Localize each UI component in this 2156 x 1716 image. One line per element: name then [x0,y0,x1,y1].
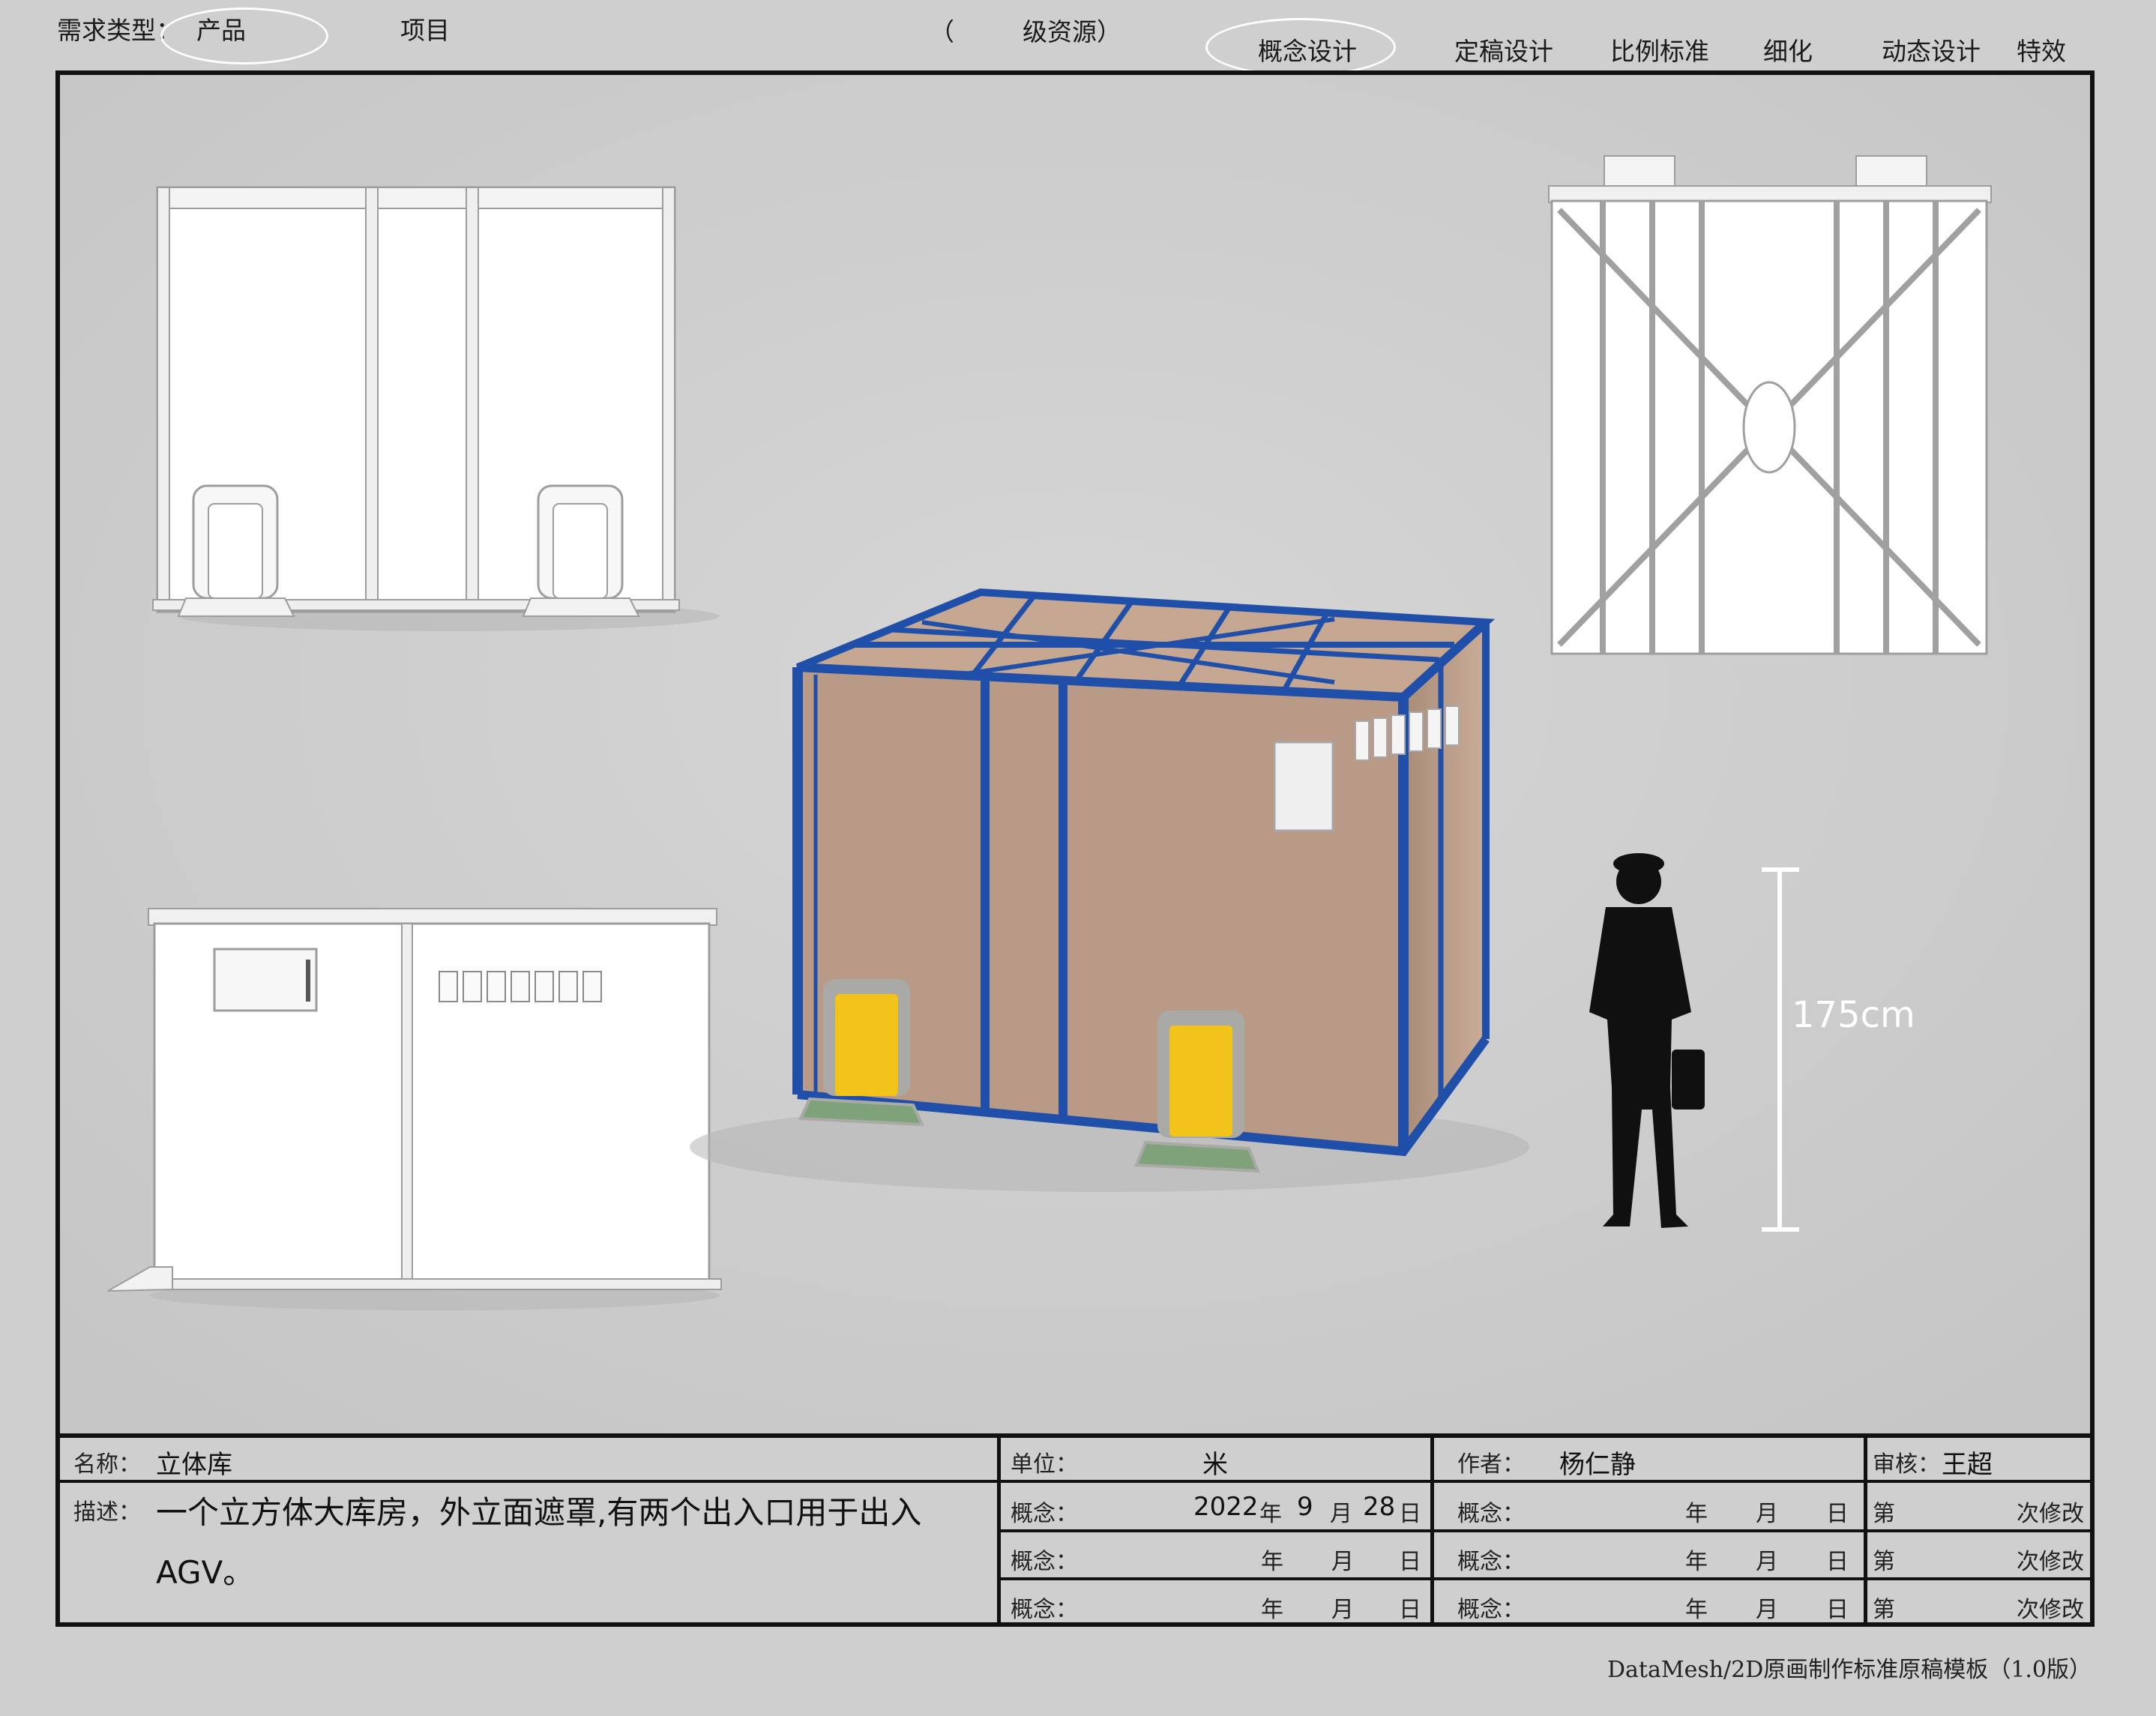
day-char: 日 [1826,1501,1849,1527]
concept-label: 概念： [1457,1501,1525,1527]
col-divider [1864,1438,1867,1622]
concept-label: 概念： [1457,1597,1525,1623]
row-divider [997,1577,2090,1580]
year-char: 年 [1685,1597,1708,1623]
month-char: 月 [1331,1597,1354,1623]
date-year: 2022 [1193,1492,1259,1522]
review-value: 王超 [1942,1450,1993,1480]
day-char: 日 [1826,1597,1849,1623]
unit-label: 单位： [1011,1451,1078,1478]
concept-label: 概念： [1457,1549,1525,1575]
req-type-circle [160,7,328,64]
month-char: 月 [1756,1597,1778,1623]
col-divider [1430,1438,1434,1622]
stage-motion: 动态设计 [1882,37,1981,66]
col-divider [997,1438,1001,1622]
rev-prefix: 第 [1873,1549,1895,1575]
day-char: 日 [1399,1549,1421,1575]
review-label: 审核： [1873,1451,1940,1478]
project-label: 项目 [400,16,450,45]
stage-fx: 特效 [2017,37,2066,66]
month-char: 月 [1331,1549,1354,1575]
unit-value: 米 [1202,1450,1228,1480]
author-label: 作者： [1457,1451,1525,1478]
rev-prefix: 第 [1873,1501,1895,1527]
month-char: 月 [1756,1549,1778,1575]
row-divider [997,1529,2090,1532]
name-label: 名称： [73,1451,141,1478]
day-char: 日 [1399,1501,1421,1527]
side-elevation-view [107,908,722,1310]
warehouse-perspective-view [690,588,1529,1192]
date-month: 9 [1297,1492,1313,1522]
year-char: 年 [1259,1501,1282,1527]
name-value: 立体库 [156,1450,232,1480]
day-char: 日 [1826,1549,1849,1575]
resource-paren: （ [930,17,954,46]
stage-detail: 细化 [1763,37,1813,66]
height-label: 175cm [1792,994,1915,1036]
info-table: 名称： 立体库 单位： 米 作者： 杨仁静 审核： 王超 描述： 一个立方体大库… [60,1433,2090,1623]
stage-concept-circle [1205,18,1396,76]
year-char: 年 [1261,1597,1283,1623]
month-char: 月 [1330,1501,1352,1527]
day-char: 日 [1399,1597,1421,1623]
template-footer: DataMesh/2D原画制作标准原稿模板（1.0版） [1607,1657,2092,1683]
concept-label: 概念： [1011,1597,1078,1623]
author-value: 杨仁静 [1559,1450,1636,1480]
year-char: 年 [1685,1549,1708,1575]
year-char: 年 [1685,1501,1708,1527]
rev-suffix: 次修改 [2017,1549,2084,1575]
concept-label: 概念： [1011,1501,1078,1527]
year-char: 年 [1261,1549,1283,1575]
concept-label: 概念： [1011,1549,1078,1575]
desc-label: 描述： [73,1499,141,1526]
rev-prefix: 第 [1873,1597,1895,1623]
desc-value: 一个立方体大库房，外立面遮罩,有两个出入口用于出入AGV。 [156,1494,922,1591]
drawing-frame: 175cm 名称： 立体库 单位： 米 作者： 杨仁静 审核： 王超 描述： 一… [55,70,2095,1627]
resource-label: 级资源） [1023,17,1121,46]
stage-scale: 比例标准 [1610,37,1709,66]
date-day: 28 [1363,1492,1396,1522]
drawing-canvas: 175cm [60,75,2090,1433]
top-view [1548,155,1992,655]
rev-suffix: 次修改 [2017,1597,2084,1623]
rev-suffix: 次修改 [2017,1501,2084,1527]
stage-final: 定稿设计 [1454,37,1553,66]
front-elevation-view [152,186,720,631]
month-char: 月 [1756,1501,1778,1527]
row-divider [997,1480,2090,1483]
